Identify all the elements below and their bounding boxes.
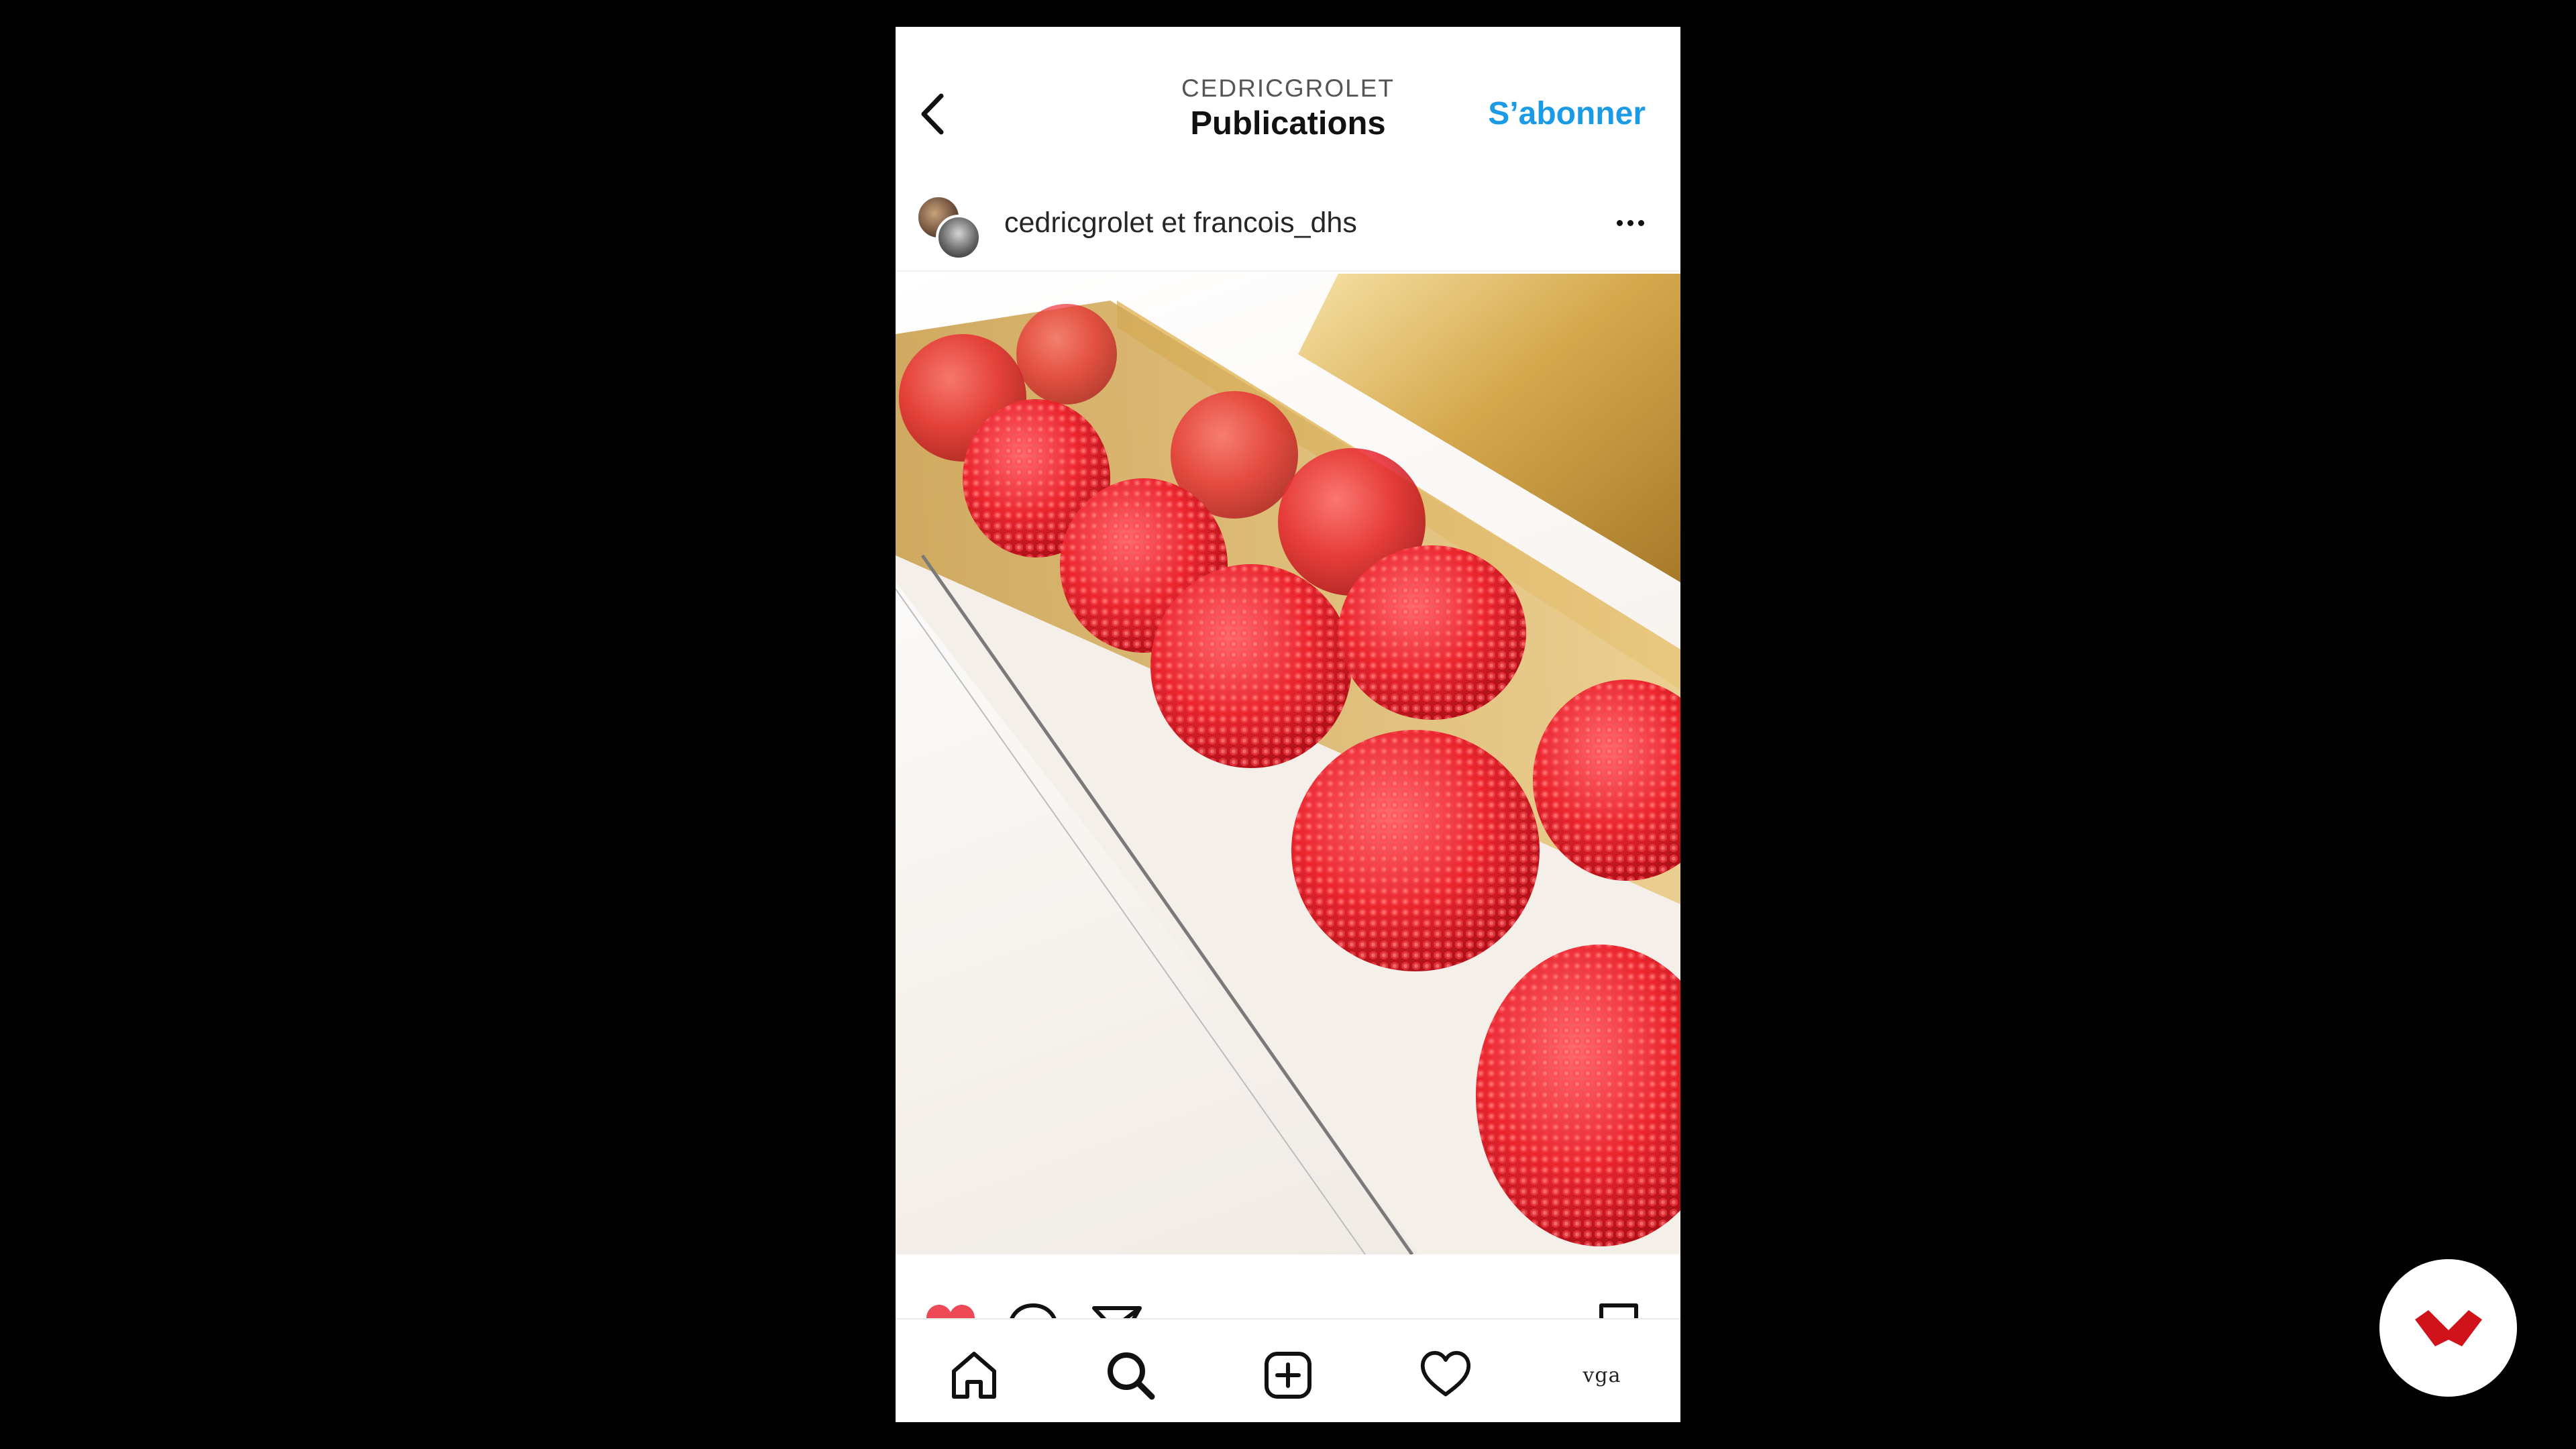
post-authors: cedricgrolet et francois_dhs [1004, 203, 1357, 243]
avatar [936, 215, 981, 260]
search-icon [1108, 1352, 1155, 1400]
profile-label: vga [1582, 1363, 1621, 1387]
home-icon [952, 1352, 996, 1399]
phone-screen: CEDRICGROLET Publications S’abonner cedr… [896, 27, 1680, 1422]
tab-create[interactable] [1258, 1345, 1318, 1405]
bottom-tab-bar: vga [896, 1318, 1680, 1422]
author-joiner: et [1153, 207, 1194, 239]
brand-logo-icon [2414, 1309, 2482, 1346]
chevron-left-icon [921, 93, 944, 135]
tab-profile[interactable]: vga [1572, 1345, 1632, 1405]
author-secondary-link[interactable]: francois_dhs [1193, 207, 1357, 239]
back-button[interactable] [909, 91, 956, 138]
more-options-button[interactable] [1607, 209, 1654, 236]
author-avatars[interactable] [916, 195, 989, 268]
author-primary-link[interactable]: cedricgrolet [1004, 207, 1153, 239]
tab-home[interactable] [944, 1345, 1004, 1405]
tab-search[interactable] [1100, 1345, 1161, 1405]
more-dots-icon [1616, 219, 1644, 226]
top-navigation-bar: CEDRICGROLET Publications S’abonner [896, 27, 1680, 174]
tab-activity[interactable] [1415, 1345, 1476, 1405]
raspberry-pastry-image [896, 274, 1680, 1254]
heart-outline-icon [1420, 1350, 1471, 1397]
follow-button[interactable]: S’abonner [1488, 94, 1646, 134]
post-header: cedricgrolet et francois_dhs [896, 174, 1680, 272]
add-post-icon [1265, 1352, 1311, 1399]
post-photo[interactable] [896, 274, 1680, 1254]
brand-badge [2379, 1259, 2517, 1397]
